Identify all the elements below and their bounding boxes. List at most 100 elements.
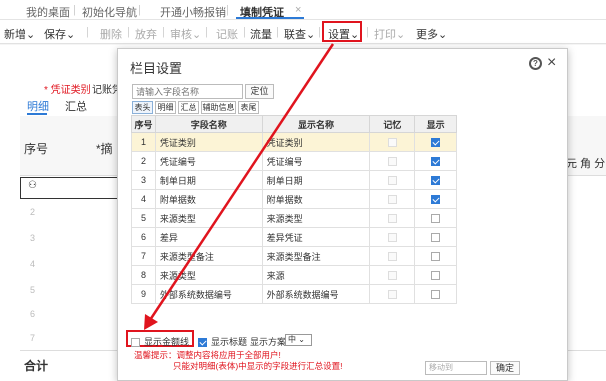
amount-unit-header: 元 角 分 — [566, 158, 606, 170]
show-checkbox[interactable] — [431, 138, 441, 148]
total-label: 合计 — [24, 359, 49, 373]
memory-checkbox[interactable] — [387, 157, 397, 167]
column-row[interactable]: 4 附单据数 附单据数 — [131, 189, 457, 209]
scheme-select[interactable]: 中 ⌄ — [285, 334, 312, 346]
show-checkbox[interactable] — [431, 271, 441, 281]
memory-checkbox[interactable] — [387, 290, 397, 300]
show-amount-line-option[interactable]: 显示金额线 — [131, 335, 189, 348]
column-row[interactable]: 9 外部系统数据编号 外部系统数据编号 — [131, 284, 457, 304]
memory-checkbox[interactable] — [387, 195, 397, 205]
field-tab-header[interactable]: 表头 — [132, 101, 153, 114]
row-field-name: 附单据数 — [154, 189, 263, 209]
subtab-summary[interactable]: 汇总 — [65, 98, 87, 114]
row-memory-cell — [369, 246, 416, 266]
row-no: 8 — [131, 265, 156, 285]
move-to-input[interactable]: 移动到 — [425, 361, 487, 375]
show-title-option[interactable]: 显示标题 — [198, 335, 247, 348]
row-field-name: 制单日期 — [154, 170, 263, 190]
memory-checkbox[interactable] — [387, 176, 397, 186]
tab-divider: | — [138, 4, 141, 16]
confirm-button[interactable]: 确定 — [490, 361, 520, 375]
print-button[interactable]: 打印⌄ — [374, 26, 405, 42]
row-no: 1 — [131, 132, 156, 152]
add-button[interactable]: 新增⌄ — [4, 26, 35, 42]
row-show-cell — [414, 246, 457, 266]
dialog-title: 栏目设置 — [130, 61, 183, 76]
abandon-button[interactable]: 放弃 — [135, 26, 157, 42]
delete-button[interactable]: 删除 — [100, 26, 122, 42]
subtab-detail[interactable]: 明细 — [27, 98, 49, 114]
row-display-name: 来源类型 — [261, 208, 371, 228]
show-checkbox[interactable] — [431, 290, 441, 300]
show-scheme-label: 显示方案 — [250, 337, 287, 347]
field-tab-footer[interactable]: 表尾 — [238, 101, 259, 114]
locate-button[interactable]: 定位 — [245, 84, 274, 99]
voucher-type-label: * 凭证类别 — [44, 85, 91, 96]
row-memory-cell — [369, 132, 416, 152]
row-no: 4 — [131, 189, 156, 209]
close-icon[interactable]: × — [547, 54, 556, 72]
show-checkbox[interactable] — [431, 252, 441, 262]
show-checkbox[interactable] — [431, 157, 441, 167]
memory-checkbox[interactable] — [387, 252, 397, 262]
tab-expense[interactable]: 开通小畅报销 — [160, 4, 226, 20]
more-button[interactable]: 更多⌄ — [416, 26, 447, 42]
memory-checkbox[interactable] — [387, 233, 397, 243]
header-display-name: 显示名称 — [261, 115, 371, 133]
column-row[interactable]: 5 来源类型 来源类型 — [131, 208, 457, 228]
row-no: 3 — [131, 170, 156, 190]
column-no-header: 序号 — [24, 142, 49, 156]
column-row[interactable]: 3 制单日期 制单日期 — [131, 170, 457, 190]
row-field-name: 差异 — [154, 227, 263, 247]
field-search-input[interactable] — [132, 84, 243, 99]
memory-checkbox[interactable] — [387, 214, 397, 224]
show-checkbox[interactable] — [431, 214, 441, 224]
row-no: 7 — [131, 246, 156, 266]
row-no: 5 — [131, 208, 156, 228]
show-checkbox[interactable] — [431, 195, 441, 205]
row-show-cell — [414, 265, 457, 285]
toolbar-divider: | — [318, 26, 321, 38]
tab-bar: 我的桌面 | 初始化导航 | 开通小畅报销 | 填制凭证 × — [0, 0, 606, 20]
row-memory-cell — [369, 265, 416, 285]
column-row[interactable]: 7 来源类型备注 来源类型备注 — [131, 246, 457, 266]
column-row[interactable]: 6 差异 差异凭证 — [131, 227, 457, 247]
row-field-name: 凭证类别 — [154, 132, 263, 152]
query-button[interactable]: 联查⌄ — [284, 26, 315, 42]
column-row[interactable]: 2 凭证编号 凭证编号 — [131, 151, 457, 171]
toolbar-divider: | — [243, 26, 246, 38]
show-checkbox[interactable] — [431, 233, 441, 243]
row-number: 6 — [30, 309, 36, 319]
row-display-name: 外部系统数据编号 — [261, 284, 371, 304]
memory-checkbox[interactable] — [387, 271, 397, 281]
tab-init-nav[interactable]: 初始化导航 — [82, 4, 137, 20]
field-tab-aux[interactable]: 辅助信息 — [201, 101, 236, 114]
row-field-name: 来源类型备注 — [154, 246, 263, 266]
tab-close-icon[interactable]: × — [295, 4, 301, 16]
row-show-cell — [414, 170, 457, 190]
column-row[interactable]: 8 来源类型 来源 — [131, 265, 457, 285]
toolbar-divider: | — [127, 26, 130, 38]
memory-checkbox[interactable] — [387, 138, 397, 148]
row-display-name: 附单据数 — [261, 189, 371, 209]
field-tab-summary[interactable]: 汇总 — [178, 101, 199, 114]
audit-button[interactable]: 审核⌄ — [170, 26, 201, 42]
show-checkbox[interactable] — [431, 176, 441, 186]
row-number: 3 — [30, 233, 36, 243]
row-handle-icon[interactable]: ⚇ — [28, 180, 37, 191]
tab-my-desktop[interactable]: 我的桌面 — [26, 4, 70, 20]
toolbar-divider: | — [86, 26, 89, 38]
save-button[interactable]: 保存⌄ — [44, 26, 75, 42]
show-title-checkbox[interactable] — [198, 338, 207, 348]
post-button[interactable]: 记账 — [216, 26, 238, 42]
column-row[interactable]: 1 凭证类别 凭证类别 — [131, 132, 457, 152]
help-icon[interactable]: ? — [529, 57, 542, 70]
show-amount-line-checkbox[interactable] — [131, 338, 140, 348]
row-number: 7 — [30, 333, 36, 343]
row-memory-cell — [369, 170, 416, 190]
flow-button[interactable]: 流量 — [250, 26, 272, 42]
header-no: 序号 — [131, 115, 156, 133]
toolbar-divider: | — [205, 26, 208, 38]
field-tab-detail[interactable]: 明细 — [155, 101, 176, 114]
warning-text-2: 只能对明细(表体)中显示的字段进行汇总设置! — [173, 361, 343, 371]
